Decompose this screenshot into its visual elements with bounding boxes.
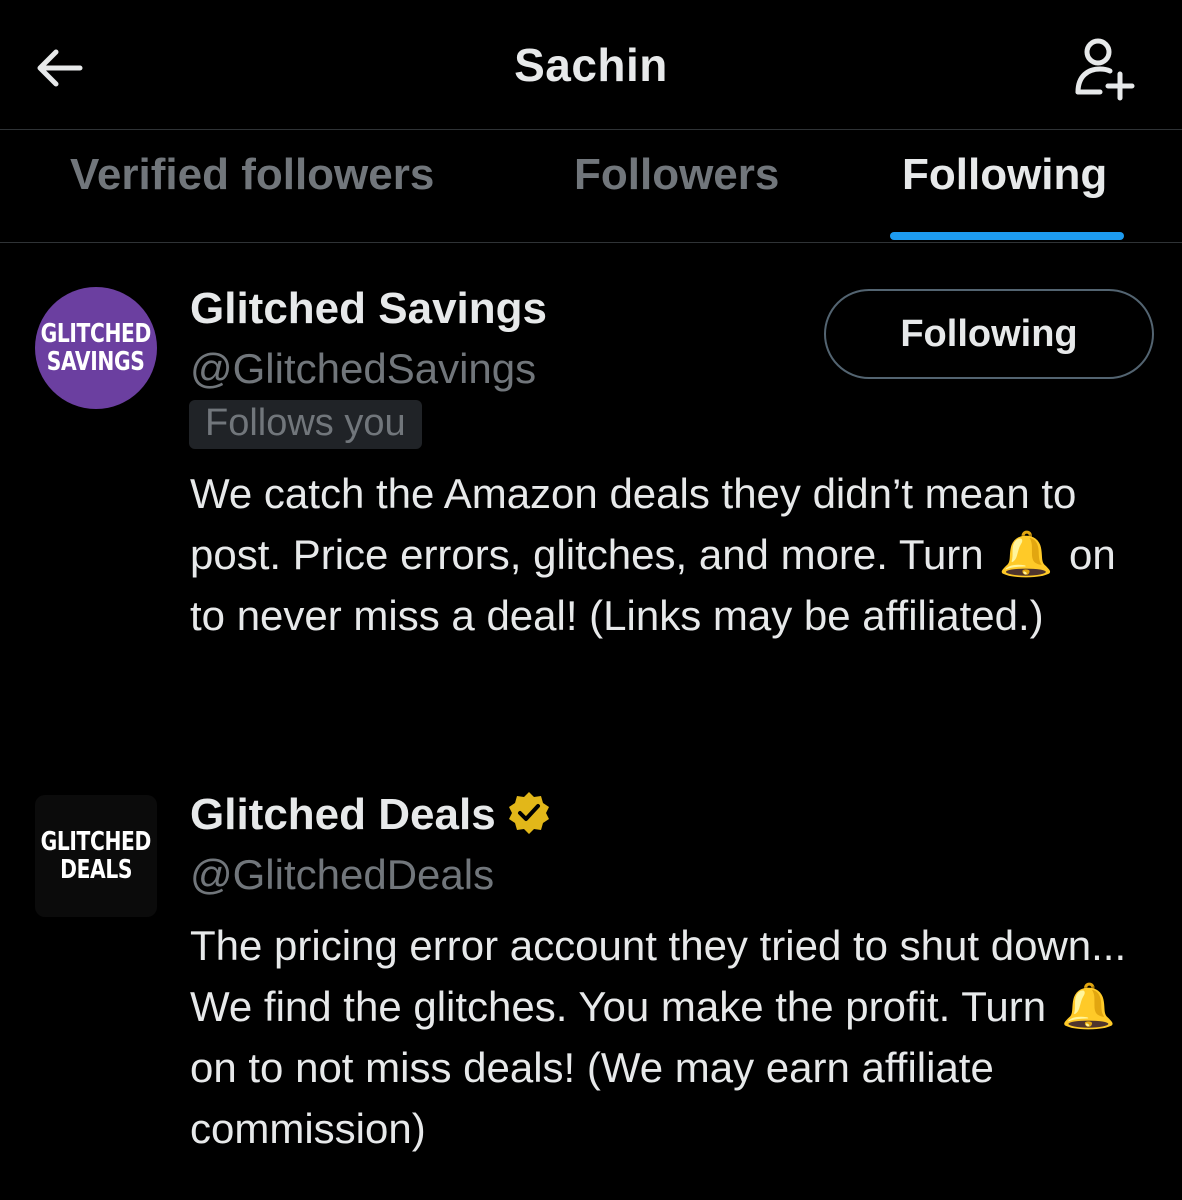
page-title: Sachin (514, 39, 668, 91)
tab-verified-followers[interactable]: Verified followers (70, 150, 434, 200)
tab-followers[interactable]: Followers (574, 150, 779, 200)
bell-icon: 🔔 (998, 530, 1054, 579)
account-name[interactable]: Glitched Savings (190, 284, 547, 334)
bio-text: The pricing error account they tried to … (190, 922, 1127, 1030)
follow-tabs: Verified followers Followers Following (0, 130, 1182, 243)
person-add-icon (1075, 38, 1135, 101)
verified-badge-icon (508, 792, 549, 835)
following-button[interactable]: Following (824, 289, 1154, 379)
account-handle[interactable]: @GlitchedDeals (190, 851, 494, 899)
avatar-line: DEALS (60, 855, 132, 885)
avatar[interactable]: GLITCHED DEALS (35, 795, 157, 917)
active-tab-indicator (890, 232, 1124, 240)
avatar-line: GLITCHED (40, 827, 152, 857)
account-handle[interactable]: @GlitchedSavings (190, 345, 536, 393)
account-bio: We catch the Amazon deals they didn’t me… (190, 463, 1160, 646)
avatar[interactable]: GLITCHED SAVINGS (35, 287, 157, 409)
bell-icon: 🔔 (1061, 982, 1117, 1031)
follows-you-badge: Follows you (189, 400, 422, 449)
top-bar: Sachin (0, 0, 1182, 130)
avatar-line: SAVINGS (47, 347, 145, 377)
account-bio: The pricing error account they tried to … (190, 915, 1160, 1159)
avatar-line: GLITCHED (40, 319, 152, 349)
account-name[interactable]: Glitched Deals (190, 790, 552, 840)
tab-following[interactable]: Following (902, 150, 1107, 200)
bio-text: on to not miss deals! (We may earn affil… (190, 1044, 994, 1152)
account-name-text: Glitched Deals (190, 790, 496, 839)
add-user-button[interactable] (1068, 34, 1138, 104)
bio-text: We catch the Amazon deals they didn’t me… (190, 470, 1077, 578)
